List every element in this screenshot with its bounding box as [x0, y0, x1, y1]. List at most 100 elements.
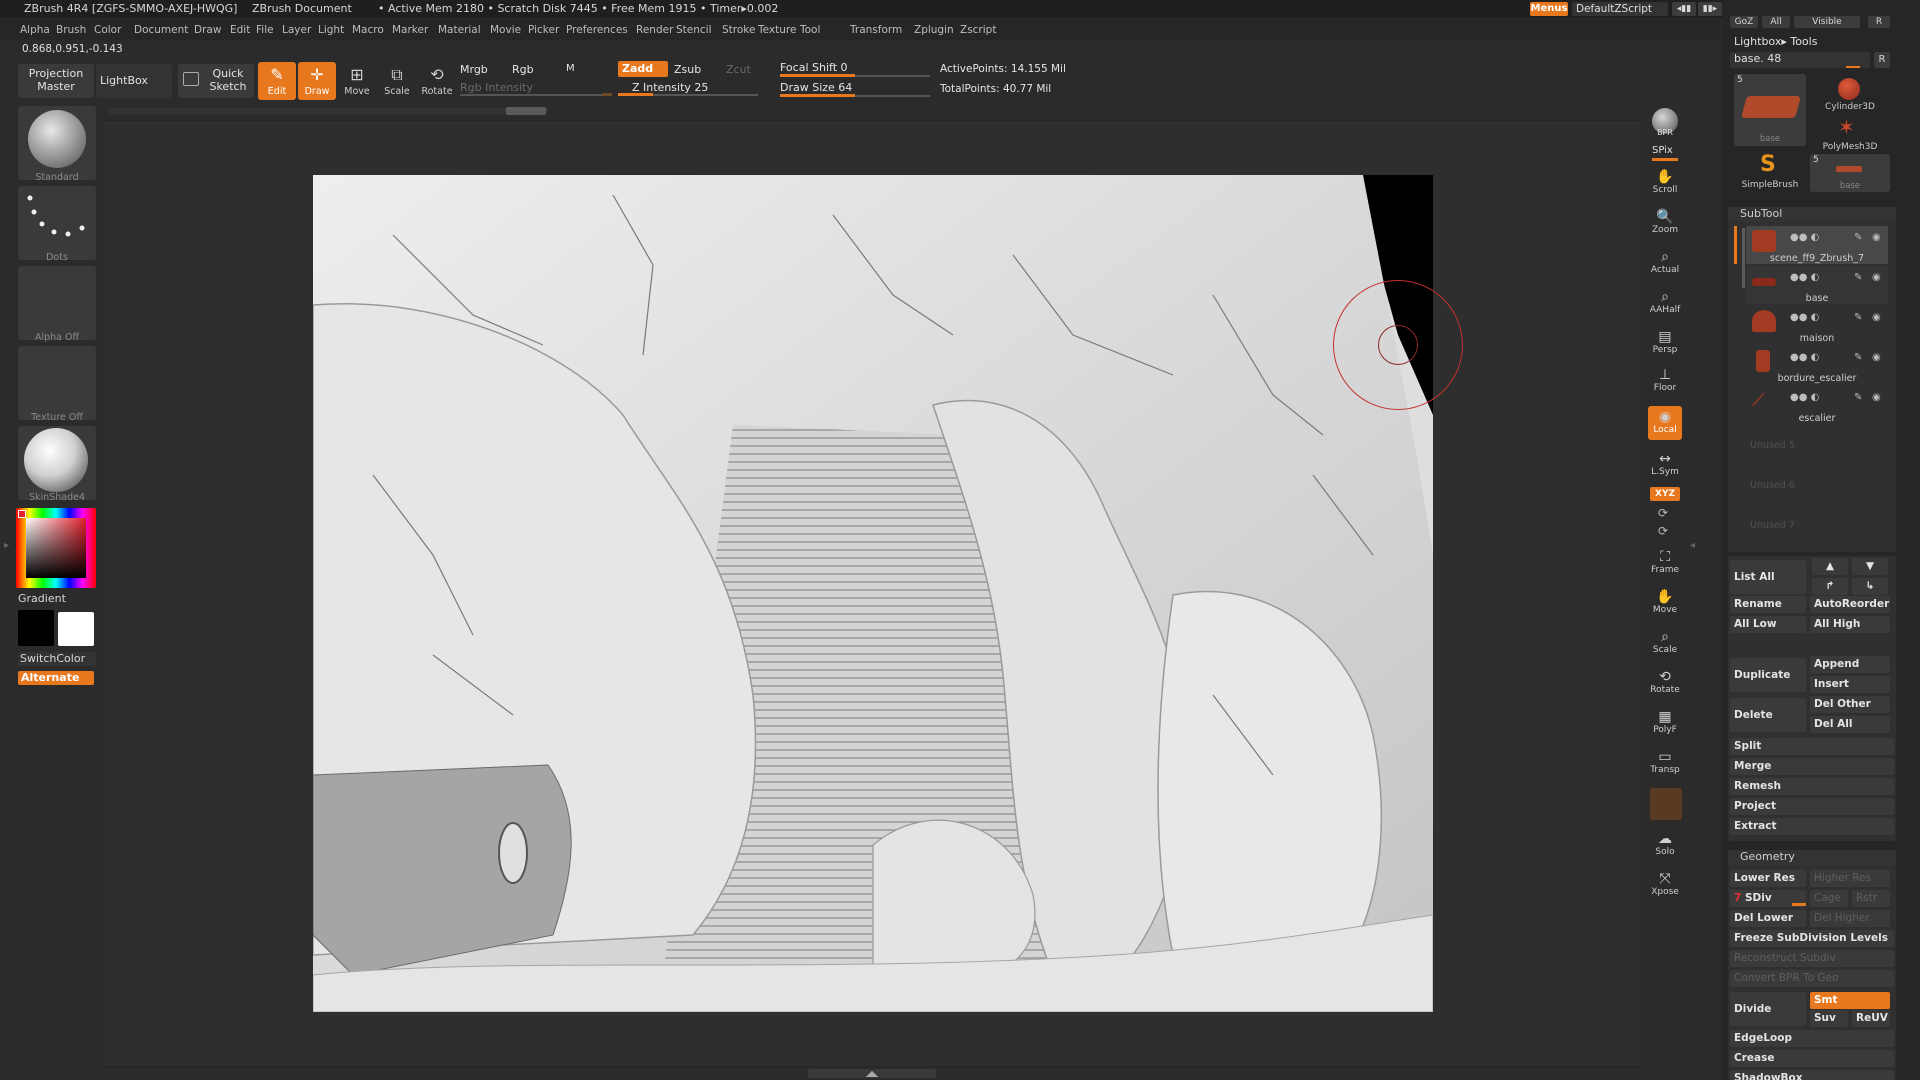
projection-master-button[interactable]: Projection Master: [18, 64, 94, 98]
polyf-button[interactable]: ▦ PolyF: [1648, 706, 1682, 740]
append-button[interactable]: Append: [1810, 656, 1890, 673]
all-low-button[interactable]: All Low: [1730, 616, 1806, 633]
menu-marker[interactable]: Marker: [392, 24, 428, 36]
subtool-brush-icon[interactable]: ✎: [1854, 312, 1862, 323]
goz-visible-button[interactable]: Visible: [1794, 16, 1860, 28]
subtool-toggle-icon[interactable]: ●● ◐: [1790, 232, 1819, 243]
menu-preferences[interactable]: Preferences: [566, 24, 628, 36]
stroke-thumbnail[interactable]: [18, 186, 96, 260]
split-button[interactable]: Split: [1730, 738, 1894, 755]
move-to-top-icon[interactable]: ↱: [1812, 578, 1848, 595]
tool-thumb-cylinder[interactable]: Cylinder3D: [1810, 74, 1890, 114]
smt-toggle[interactable]: Smt: [1810, 992, 1890, 1009]
menu-document[interactable]: Document: [134, 24, 188, 36]
menu-zscript[interactable]: Zscript: [960, 24, 996, 36]
focal-shift-slider[interactable]: Focal Shift 0: [780, 61, 848, 74]
switchcolor-button[interactable]: SwitchColor: [18, 652, 96, 666]
subtool-toggle-icon[interactable]: ●● ◐: [1790, 392, 1819, 403]
subtool-scrollbar[interactable]: [1742, 228, 1745, 288]
document-hscroll-thumb[interactable]: [506, 107, 546, 115]
quick-sketch-button[interactable]: Quick Sketch: [178, 64, 254, 98]
scale-view-button[interactable]: ⌕ Scale: [1648, 626, 1682, 660]
scroll-button[interactable]: ✋ Scroll: [1648, 166, 1682, 200]
extract-button[interactable]: Extract: [1730, 818, 1894, 835]
spix-label[interactable]: SPix: [1652, 145, 1673, 156]
rename-button[interactable]: Rename: [1730, 596, 1806, 613]
subtool-brush-icon[interactable]: ✎: [1854, 392, 1862, 403]
list-all-button[interactable]: List All: [1730, 560, 1806, 594]
edgeloop-header[interactable]: EdgeLoop: [1730, 1030, 1894, 1047]
crease-header[interactable]: Crease: [1730, 1050, 1894, 1067]
goz-all-button[interactable]: All: [1762, 16, 1790, 28]
subtool-visibility-icon[interactable]: ◉: [1872, 392, 1881, 403]
rotate-view-button[interactable]: ⟲ Rotate: [1648, 666, 1682, 700]
reconstruct-subdiv-button[interactable]: Reconstruct Subdiv: [1730, 950, 1894, 967]
solo-button[interactable]: ☁ Solo: [1648, 828, 1682, 862]
lightbox-tools-button[interactable]: Lightbox▸ Tools: [1734, 35, 1817, 48]
rgb-button[interactable]: Rgb: [512, 63, 534, 76]
menu-color[interactable]: Color: [94, 24, 121, 36]
zadd-button[interactable]: Zadd: [618, 61, 668, 77]
subtool-brush-icon[interactable]: ✎: [1854, 232, 1862, 243]
subtool-row[interactable]: ⟋ ●● ◐ ✎ ◉ escalier: [1746, 386, 1888, 424]
del-all-button[interactable]: Del All: [1810, 716, 1890, 733]
menu-draw[interactable]: Draw: [194, 24, 221, 36]
persp-button[interactable]: ▤ Persp: [1648, 326, 1682, 360]
floor-button[interactable]: ⊥ Floor: [1648, 364, 1682, 398]
subtool-row[interactable]: ●● ◐ ✎ ◉ maison: [1746, 306, 1888, 344]
subtool-visibility-icon[interactable]: ◉: [1872, 232, 1881, 243]
goz-button[interactable]: GoZ: [1730, 16, 1758, 28]
menu-stroke[interactable]: Stroke: [722, 24, 755, 36]
ghost-icon[interactable]: [1650, 788, 1682, 820]
main-color-swatch[interactable]: [58, 612, 94, 646]
tool-r-button[interactable]: R: [1874, 52, 1890, 68]
subtool-row[interactable]: ●● ◐ ✎ ◉ bordure_escalier: [1746, 346, 1888, 384]
menu-layer[interactable]: Layer: [282, 24, 311, 36]
sym-axis-z-icon[interactable]: ⟳: [1658, 524, 1668, 538]
bottom-tray-handle-icon[interactable]: ◢◣: [808, 1069, 936, 1078]
draw-button[interactable]: ✛ Draw: [298, 62, 336, 100]
project-button[interactable]: Project: [1730, 798, 1894, 815]
move-view-button[interactable]: ✋ Move: [1648, 586, 1682, 620]
del-higher-button[interactable]: Del Higher: [1810, 910, 1890, 927]
transp-button[interactable]: ▭ Transp: [1648, 746, 1682, 780]
draw-size-slider[interactable]: Draw Size 64: [780, 81, 852, 94]
alpha-thumbnail[interactable]: [18, 266, 96, 340]
zsub-button[interactable]: Zsub: [674, 63, 701, 76]
scale-button[interactable]: ⧉ Scale: [378, 62, 416, 100]
divide-button[interactable]: Divide: [1730, 992, 1806, 1026]
xpose-button[interactable]: ⤧ Xpose: [1648, 868, 1682, 902]
subtool-visibility-icon[interactable]: ◉: [1872, 272, 1881, 283]
gradient-button[interactable]: Gradient: [18, 592, 66, 605]
aahalf-button[interactable]: ⌕ AAHalf: [1648, 286, 1682, 320]
menu-macro[interactable]: Macro: [352, 24, 384, 36]
subtool-row[interactable]: ●● ◐ ✎ ◉ base: [1746, 266, 1888, 304]
menu-tool[interactable]: Tool: [800, 24, 820, 36]
duplicate-button[interactable]: Duplicate: [1730, 658, 1806, 692]
menus-button[interactable]: Menus: [1530, 2, 1568, 16]
tool-thumb-base[interactable]: 5 base: [1734, 74, 1806, 146]
move-button[interactable]: ⊞ Move: [338, 62, 376, 100]
sym-axis-y-icon[interactable]: ⟳: [1658, 506, 1668, 520]
menu-render[interactable]: Render: [636, 24, 673, 36]
menu-transform[interactable]: Transform: [850, 24, 902, 36]
rgb-intensity-slider[interactable]: Rgb Intensity: [460, 81, 533, 94]
lsym-button[interactable]: ↔ L.Sym: [1648, 448, 1682, 478]
edit-button[interactable]: ✎ Edit: [258, 62, 296, 100]
frame-button[interactable]: ⛶ Frame: [1648, 546, 1682, 580]
del-other-button[interactable]: Del Other: [1810, 696, 1890, 713]
subtool-header[interactable]: SubTool: [1728, 207, 1896, 223]
shadowbox-header[interactable]: ShadowBox: [1730, 1070, 1894, 1080]
xyz-button[interactable]: XYZ: [1650, 487, 1680, 501]
zoom-button[interactable]: 🔍 Zoom: [1648, 206, 1682, 240]
mrgb-button[interactable]: Mrgb: [460, 63, 488, 76]
subtool-toggle-icon[interactable]: ●● ◐: [1790, 352, 1819, 363]
convert-bpr-button[interactable]: Convert BPR To Geo: [1730, 970, 1894, 987]
cage-button[interactable]: Cage: [1810, 890, 1848, 907]
autoreorder-button[interactable]: AutoReorder: [1810, 596, 1890, 613]
subtool-visibility-icon[interactable]: ◉: [1872, 352, 1881, 363]
menu-movie[interactable]: Movie: [490, 24, 521, 36]
actual-button[interactable]: ⌕ Actual: [1648, 246, 1682, 280]
move-up-icon[interactable]: ▲: [1812, 558, 1848, 575]
tool-thumb-polymesh[interactable]: ✶ PolyMesh3D: [1810, 114, 1890, 154]
